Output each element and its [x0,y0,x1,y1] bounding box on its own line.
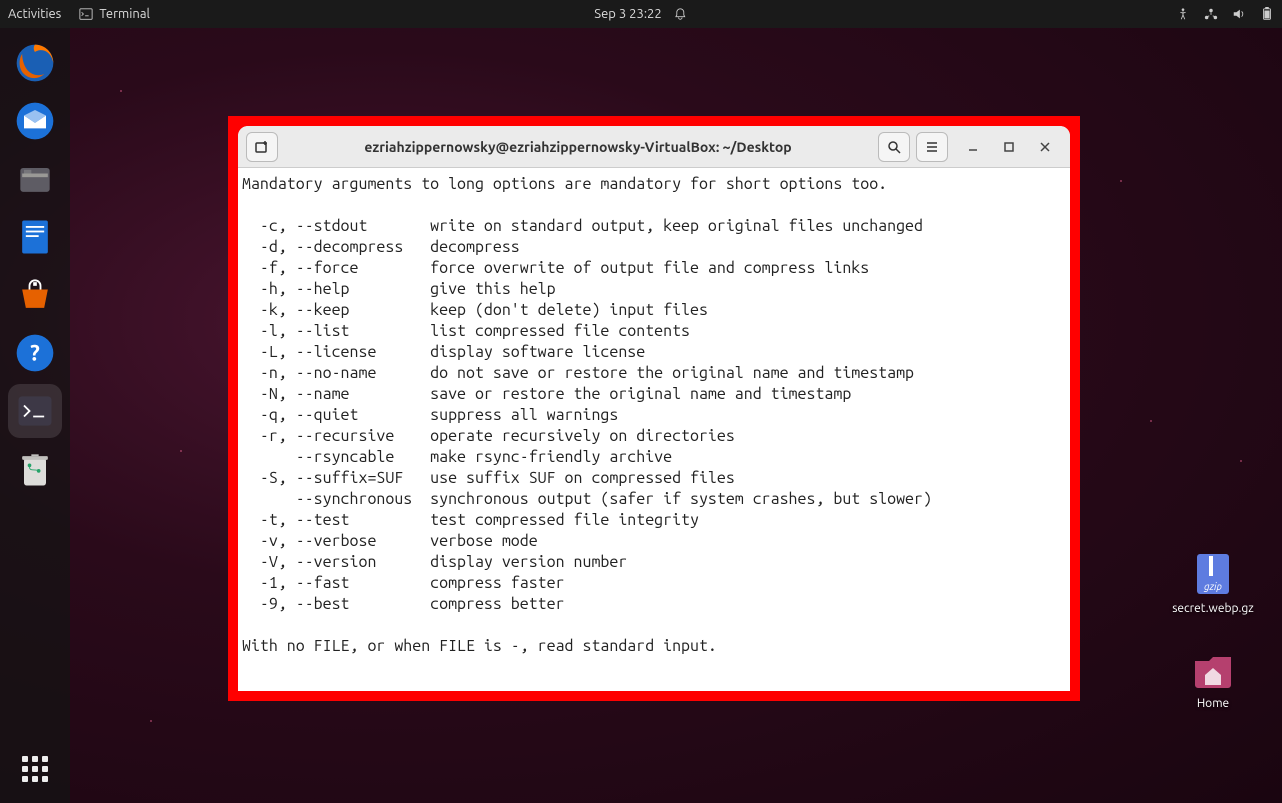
close-button[interactable] [1036,138,1054,156]
dock-writer[interactable] [8,210,62,264]
battery-icon[interactable] [1260,7,1274,21]
terminal-icon [79,7,93,21]
search-button[interactable] [878,132,910,162]
new-tab-icon [254,139,270,155]
terminal-window: ezriahzippernowsky@ezriahzippernowsky-Vi… [238,126,1070,691]
terminal-highlight-frame: ezriahzippernowsky@ezriahzippernowsky-Vi… [228,116,1080,701]
close-icon [1039,141,1051,153]
terminal-title: ezriahzippernowsky@ezriahzippernowsky-Vi… [284,139,872,155]
files-icon [13,157,57,201]
new-tab-button[interactable] [246,132,278,162]
star-decoration [1150,420,1152,422]
terminal-output[interactable]: Mandatory arguments to long options are … [238,168,1070,691]
maximize-button[interactable] [1000,138,1018,156]
volume-icon[interactable] [1232,7,1246,21]
desktop-file-secret[interactable]: gzip secret.webp.gz [1168,550,1258,615]
thunderbird-icon [13,99,57,143]
star-decoration [150,720,152,722]
hamburger-icon [924,139,940,155]
desktop-home-label: Home [1197,697,1229,710]
star-decoration [180,450,182,452]
dock-files[interactable] [8,152,62,206]
gzip-file-icon: gzip [1189,550,1237,598]
notification-icon[interactable] [674,7,688,21]
datetime[interactable]: Sep 3 23:22 [594,7,661,21]
star-decoration [1120,180,1122,182]
svg-text:?: ? [30,340,40,365]
svg-text:gzip: gzip [1203,581,1222,592]
activities-button[interactable]: Activities [8,7,61,21]
star-decoration [1240,460,1242,462]
menu-button[interactable] [916,132,948,162]
dock: ? [0,28,70,803]
dock-trash[interactable] [8,442,62,496]
minimize-icon [967,141,979,153]
terminal-app-icon [13,389,57,433]
dock-thunderbird[interactable] [8,94,62,148]
help-icon: ? [13,331,57,375]
dock-terminal[interactable] [8,384,62,438]
software-icon [13,273,57,317]
desktop-home-folder[interactable]: Home [1168,645,1258,710]
current-app-indicator[interactable]: Terminal [79,7,150,21]
firefox-icon [13,41,57,85]
current-app-name: Terminal [99,7,150,21]
show-applications-button[interactable] [15,749,55,789]
dock-firefox[interactable] [8,36,62,90]
top-bar: Activities Terminal Sep 3 23:22 [0,0,1282,28]
desktop-icons: gzip secret.webp.gz Home [1168,550,1258,710]
trash-icon [13,447,57,491]
writer-icon [13,215,57,259]
desktop-file-label: secret.webp.gz [1172,602,1254,615]
dock-help[interactable]: ? [8,326,62,380]
home-folder-icon [1189,645,1237,693]
maximize-icon [1003,141,1015,153]
accessibility-icon[interactable] [1176,7,1190,21]
dock-software[interactable] [8,268,62,322]
star-decoration [120,90,122,92]
search-icon [886,139,902,155]
network-icon[interactable] [1204,7,1218,21]
minimize-button[interactable] [964,138,982,156]
terminal-titlebar[interactable]: ezriahzippernowsky@ezriahzippernowsky-Vi… [238,126,1070,168]
